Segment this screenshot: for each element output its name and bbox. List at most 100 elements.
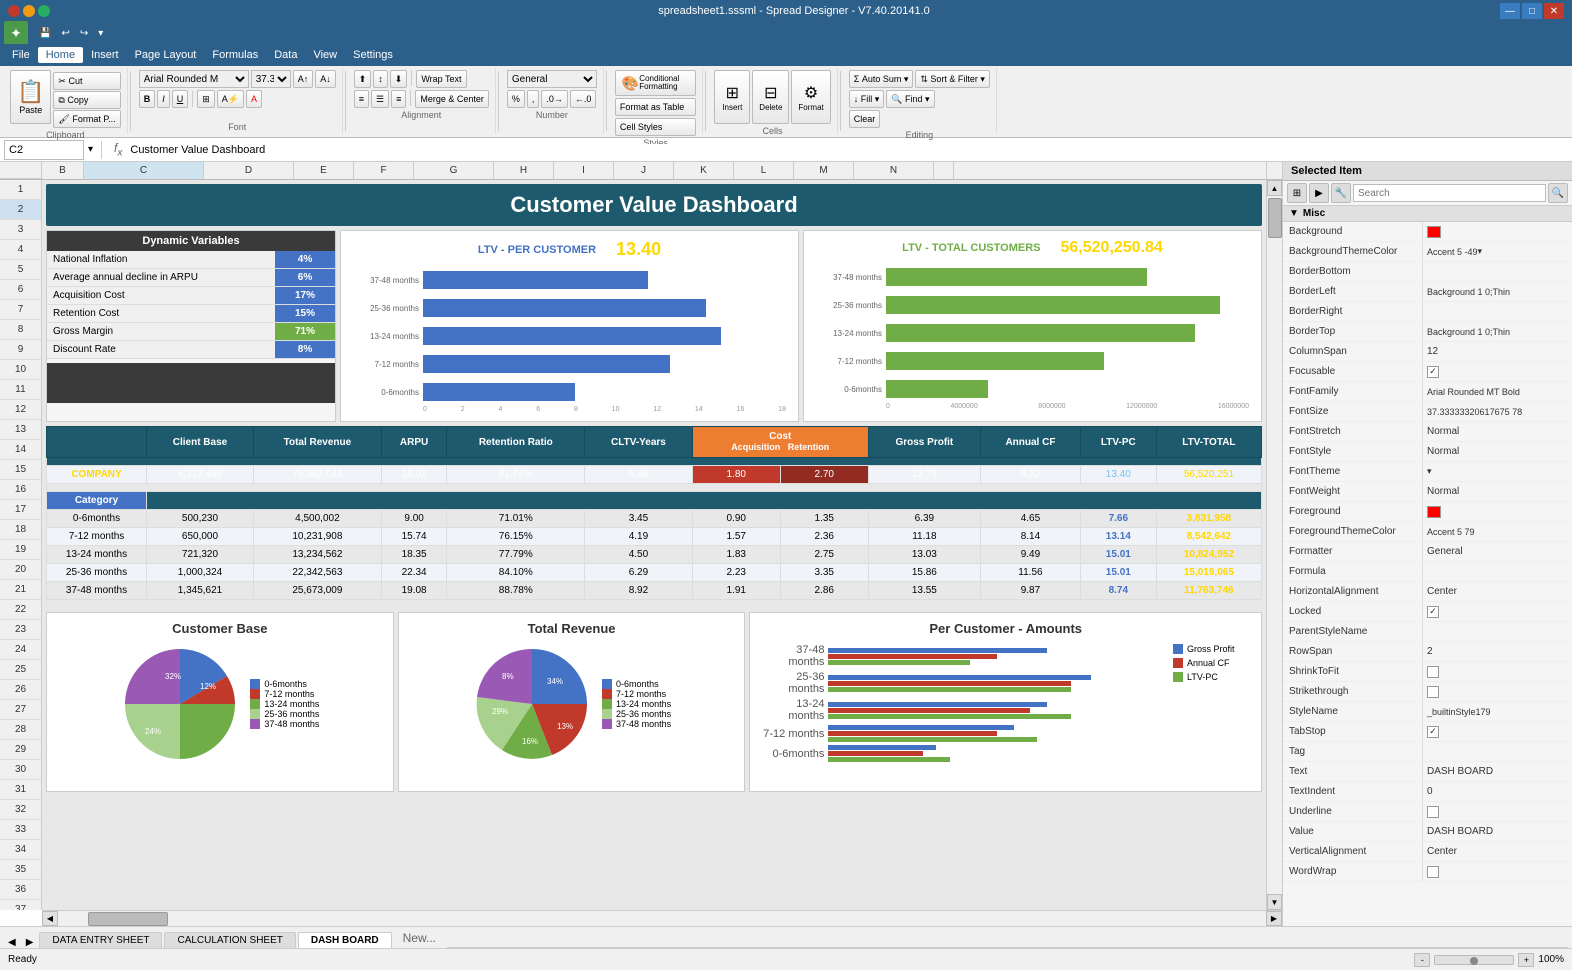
fill-btn[interactable]: ↓ Fill ▾ bbox=[849, 90, 885, 108]
row-31[interactable]: 31 bbox=[0, 780, 41, 800]
tabstop-checkbox[interactable] bbox=[1427, 726, 1439, 738]
sheet-tab-calculation[interactable]: CALCULATION SHEET bbox=[164, 932, 295, 948]
prop-underline[interactable]: Underline bbox=[1283, 802, 1572, 822]
qa-more-btn[interactable]: ▾ bbox=[95, 27, 106, 40]
row-20[interactable]: 20 bbox=[0, 560, 41, 580]
menu-home[interactable]: Home bbox=[38, 47, 83, 63]
row-16[interactable]: 16 bbox=[0, 480, 41, 500]
increase-font-btn[interactable]: A↑ bbox=[293, 70, 314, 88]
border-button[interactable]: ⊞ bbox=[197, 90, 215, 108]
col-header-i[interactable]: I bbox=[554, 162, 614, 179]
col-header-g[interactable]: G bbox=[414, 162, 494, 179]
auto-sum-btn[interactable]: Σ Auto Sum ▾ bbox=[849, 70, 914, 88]
row-30[interactable]: 30 bbox=[0, 760, 41, 780]
menu-page-layout[interactable]: Page Layout bbox=[127, 47, 205, 63]
underline-checkbox[interactable] bbox=[1427, 806, 1439, 818]
prop-text[interactable]: Text DASH BOARD bbox=[1283, 762, 1572, 782]
wordwrap-checkbox[interactable] bbox=[1427, 866, 1439, 878]
prop-value[interactable]: Value DASH BOARD bbox=[1283, 822, 1572, 842]
tab-next-btn[interactable]: ▶ bbox=[22, 937, 38, 948]
row-35[interactable]: 35 bbox=[0, 860, 41, 880]
sheet-tab-data-entry[interactable]: DATA ENTRY SHEET bbox=[39, 932, 162, 948]
paste-button[interactable]: 📋 Paste bbox=[10, 70, 51, 124]
fill-color-button[interactable]: A⚡ bbox=[217, 90, 244, 108]
menu-settings[interactable]: Settings bbox=[345, 47, 401, 63]
italic-button[interactable]: I bbox=[157, 90, 170, 108]
scroll-thumb-v[interactable] bbox=[1268, 198, 1282, 238]
row-33[interactable]: 33 bbox=[0, 820, 41, 840]
locked-checkbox[interactable] bbox=[1427, 606, 1439, 618]
scroll-down-btn[interactable]: ▼ bbox=[1267, 894, 1282, 910]
row-6[interactable]: 6 bbox=[0, 280, 41, 300]
row-5[interactable]: 5 bbox=[0, 260, 41, 280]
row-13[interactable]: 13 bbox=[0, 420, 41, 440]
maximize-button[interactable]: □ bbox=[1522, 3, 1542, 19]
copy-button[interactable]: ⧉ Copy bbox=[53, 91, 120, 109]
row-17[interactable]: 17 bbox=[0, 500, 41, 520]
expand-name-btn[interactable]: ▾ bbox=[88, 144, 93, 155]
prop-formatter[interactable]: Formatter General bbox=[1283, 542, 1572, 562]
row-22[interactable]: 22 bbox=[0, 600, 41, 620]
row-8[interactable]: 8 bbox=[0, 320, 41, 340]
prop-font-size[interactable]: FontSize 37.33333320617675 78 bbox=[1283, 402, 1572, 422]
table-row[interactable]: 0-6months500,2304,500,0029.0071.01%3.450… bbox=[47, 510, 1262, 528]
row-18[interactable]: 18 bbox=[0, 520, 41, 540]
prop-formula[interactable]: Formula bbox=[1283, 562, 1572, 582]
align-left-btn[interactable]: ≡ bbox=[354, 90, 369, 108]
prop-strikethrough[interactable]: Strikethrough bbox=[1283, 682, 1572, 702]
table-row[interactable]: 37-48 months1,345,62125,673,00919.0888.7… bbox=[47, 582, 1262, 600]
prop-column-span[interactable]: ColumnSpan 12 bbox=[1283, 342, 1572, 362]
prop-border-left[interactable]: BorderLeft Background 1 0;Thin bbox=[1283, 282, 1572, 302]
row-4[interactable]: 4 bbox=[0, 240, 41, 260]
undo-quick-btn[interactable]: ↩ bbox=[58, 27, 72, 40]
row-37[interactable]: 37 bbox=[0, 900, 41, 910]
table-row[interactable]: 7-12 months650,00010,231,90815.7476.15%4… bbox=[47, 528, 1262, 546]
prop-background[interactable]: Background bbox=[1283, 222, 1572, 242]
row-12[interactable]: 12 bbox=[0, 400, 41, 420]
table-row[interactable]: 25-36 months1,000,32422,342,56322.3484.1… bbox=[47, 564, 1262, 582]
row-25[interactable]: 25 bbox=[0, 660, 41, 680]
prop-border-bottom[interactable]: BorderBottom bbox=[1283, 262, 1572, 282]
delete-cells-btn[interactable]: ⊟ Delete bbox=[752, 70, 789, 124]
col-header-j[interactable]: J bbox=[614, 162, 674, 179]
sheet-tab-dashboard[interactable]: DASH BOARD bbox=[298, 932, 392, 948]
align-right-btn[interactable]: ≡ bbox=[391, 90, 406, 108]
prop-parent-style[interactable]: ParentStyleName bbox=[1283, 622, 1572, 642]
col-header-d[interactable]: D bbox=[204, 162, 294, 179]
row-34[interactable]: 34 bbox=[0, 840, 41, 860]
row-26[interactable]: 26 bbox=[0, 680, 41, 700]
menu-data[interactable]: Data bbox=[266, 47, 305, 63]
row-9[interactable]: 9 bbox=[0, 340, 41, 360]
row-2[interactable]: 2 bbox=[0, 200, 41, 220]
prop-tab-stop[interactable]: TabStop bbox=[1283, 722, 1572, 742]
sort-filter-btn[interactable]: ⇅ Sort & Filter ▾ bbox=[915, 70, 990, 88]
row-28[interactable]: 28 bbox=[0, 720, 41, 740]
col-header-c[interactable]: C bbox=[84, 162, 204, 179]
conditional-formatting-btn[interactable]: 🎨 Conditional Formatting bbox=[615, 70, 696, 96]
prop-font-family[interactable]: FontFamily Arial Rounded MT Bold bbox=[1283, 382, 1572, 402]
tab-prev-btn[interactable]: ◀ bbox=[4, 937, 20, 948]
scroll-up-btn[interactable]: ▲ bbox=[1267, 180, 1282, 196]
horizontal-scrollbar[interactable]: ◀ ▶ bbox=[42, 910, 1282, 926]
zoom-slider-thumb[interactable] bbox=[1470, 957, 1478, 965]
prop-h-align[interactable]: HorizontalAlignment Center bbox=[1283, 582, 1572, 602]
row-14[interactable]: 14 bbox=[0, 440, 41, 460]
zoom-in-btn[interactable]: + bbox=[1518, 953, 1534, 967]
shrink-checkbox[interactable] bbox=[1427, 666, 1439, 678]
menu-view[interactable]: View bbox=[305, 47, 345, 63]
cell-styles-btn[interactable]: Cell Styles bbox=[615, 118, 696, 136]
prop-font-stretch[interactable]: FontStretch Normal bbox=[1283, 422, 1572, 442]
prop-v-align[interactable]: VerticalAlignment Center bbox=[1283, 842, 1572, 862]
prop-shrink-to-fit[interactable]: ShrinkToFit bbox=[1283, 662, 1572, 682]
prop-word-wrap[interactable]: WordWrap bbox=[1283, 862, 1572, 882]
prop-row-span[interactable]: RowSpan 2 bbox=[1283, 642, 1572, 662]
row-10[interactable]: 10 bbox=[0, 360, 41, 380]
clear-btn[interactable]: Clear bbox=[849, 110, 881, 128]
prop-style-name[interactable]: StyleName _builtinStyle179 bbox=[1283, 702, 1572, 722]
sheet-tab-new[interactable]: New... bbox=[394, 928, 445, 948]
col-header-l[interactable]: L bbox=[734, 162, 794, 179]
prop-border-right[interactable]: BorderRight bbox=[1283, 302, 1572, 322]
comma-btn[interactable]: , bbox=[527, 90, 540, 108]
format-painter-button[interactable]: 🖌 Format P... bbox=[53, 110, 120, 128]
align-middle-btn[interactable]: ↕ bbox=[373, 70, 388, 88]
